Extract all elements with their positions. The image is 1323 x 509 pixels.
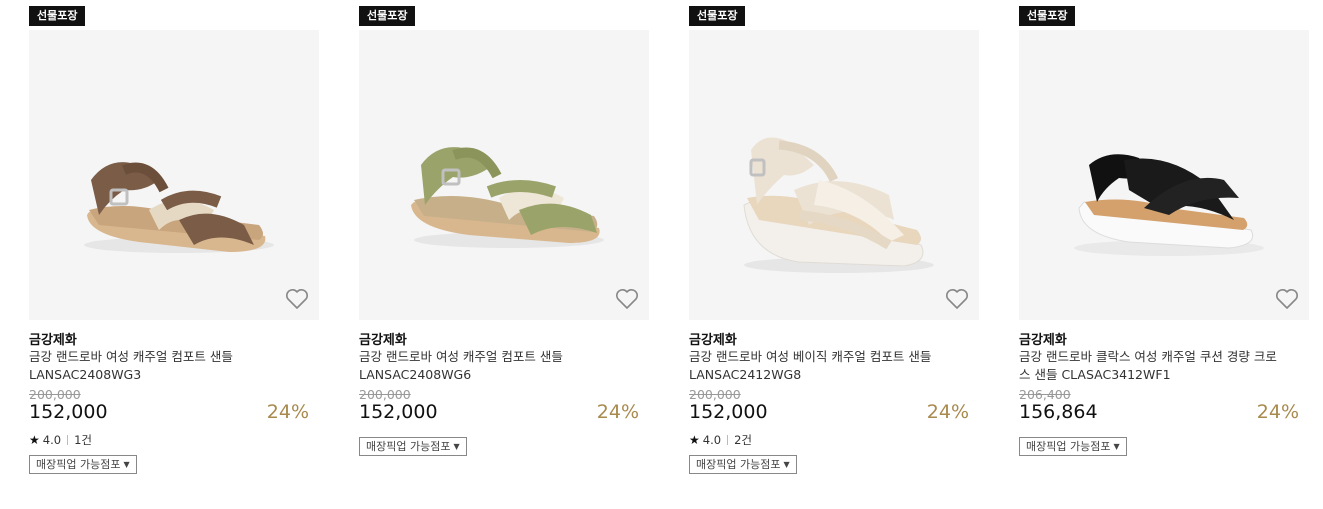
caret-down-icon: ▼ [123,460,130,469]
heart-icon[interactable] [945,288,969,310]
store-pickup-dropdown[interactable]: 매장픽업 가능점포 ▼ [1019,437,1127,456]
sandal-image [743,137,934,273]
rating-value: 4.0 [42,433,62,447]
store-pickup-dropdown[interactable]: 매장픽업 가능점포 ▼ [29,455,137,474]
discount-rate: 24% [596,401,639,423]
product-name[interactable]: 금강 랜드로바 여성 베이직 캐주얼 컴포트 샌들 LANSAC2412WG8 [689,348,949,384]
heart-icon[interactable] [285,288,309,310]
discount-rate: 24% [266,401,309,423]
original-price: 200,000 [359,387,411,402]
sandal-image [84,162,274,253]
star-icon: ★ [29,433,40,447]
brand-name: 금강제화 [689,333,737,348]
original-price: 206,400 [1019,387,1071,402]
pickup-label: 매장픽업 가능점포 [1026,440,1111,453]
review-count: 2건 [734,433,752,447]
rating-row: ★ 4.0 2건 [689,432,752,448]
pickup-label: 매장픽업 가능점포 [366,440,451,453]
review-count: 1건 [74,433,92,447]
sandal-image [411,147,604,248]
star-icon: ★ [689,433,700,447]
caret-down-icon: ▼ [453,442,460,451]
product-name[interactable]: 금강 랜드로바 클락스 여성 캐주얼 쿠션 경량 크로스 샌들 CLASAC34… [1019,348,1279,384]
divider [727,435,729,445]
product-image[interactable] [1019,30,1309,320]
product-image[interactable] [689,30,979,320]
product-image[interactable] [359,30,649,320]
rating-row: ★ 4.0 1건 [29,432,92,448]
pickup-label: 매장픽업 가능점포 [36,458,121,471]
discount-rate: 24% [926,401,969,423]
product-name[interactable]: 금강 랜드로바 여성 캐주얼 컴포트 샌들 LANSAC2408WG6 [359,348,619,384]
brand-name: 금강제화 [1019,333,1067,348]
caret-down-icon: ▼ [1113,442,1120,451]
product-name[interactable]: 금강 랜드로바 여성 캐주얼 컴포트 샌들 LANSAC2408WG3 [29,348,289,384]
store-pickup-dropdown[interactable]: 매장픽업 가능점포 ▼ [359,437,467,456]
gift-wrap-badge: 선물포장 [689,6,746,26]
rating-value: 4.0 [702,433,722,447]
original-price: 200,000 [689,387,741,402]
brand-name: 금강제화 [29,333,77,348]
original-price: 200,000 [29,387,81,402]
gift-wrap-badge: 선물포장 [359,6,416,26]
discount-rate: 24% [1256,401,1299,423]
caret-down-icon: ▼ [783,460,790,469]
brand-name: 금강제화 [359,333,407,348]
heart-icon[interactable] [615,288,639,310]
divider [67,435,69,445]
sandal-image [1074,154,1264,256]
store-pickup-dropdown[interactable]: 매장픽업 가능점포 ▼ [689,455,797,474]
gift-wrap-badge: 선물포장 [29,6,86,26]
pickup-label: 매장픽업 가능점포 [696,458,781,471]
heart-icon[interactable] [1275,288,1299,310]
product-image[interactable] [29,30,319,320]
gift-wrap-badge: 선물포장 [1019,6,1076,26]
